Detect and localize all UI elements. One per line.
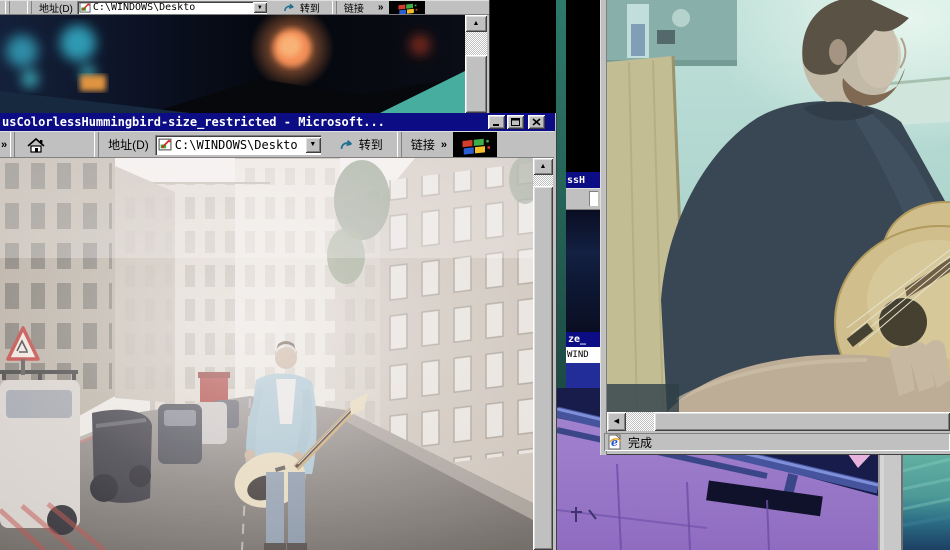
background-window-content [566,210,600,332]
toolbar-overflow-chevron[interactable]: » [1,139,7,151]
scroll-up-button[interactable]: ▲ [465,15,487,32]
background-video-sliver [556,0,566,390]
vertical-scrollbar[interactable]: ▲ [465,15,487,113]
toolbar-separator [397,132,402,157]
main-window-titlebar[interactable]: usColorlessHummingbird-size_restricted -… [0,113,555,131]
minimize-button[interactable] [488,115,505,129]
address-input[interactable]: C:\WINDOWS\Deskto [175,138,305,152]
top-browser-window: 地址(D) C:\WINDOWS\Deskto ▼ 转到 链接 » [0,0,490,113]
scroll-up-button[interactable]: ▲ [533,158,553,175]
go-button[interactable]: 转到 [277,0,326,15]
scrollbar-thumb[interactable] [654,412,950,431]
scrollbar-thumb[interactable] [533,186,553,550]
scrollbar-track[interactable] [626,412,654,431]
scroll-up-icon: ▲ [540,163,547,170]
media-browser-window: ◀ e 完成 [600,0,950,455]
go-label: 转到 [359,136,383,153]
toolbar-separator [5,1,10,14]
address-dropdown-button[interactable]: ▼ [253,2,267,13]
close-button[interactable] [528,115,545,129]
status-text: 完成 [628,434,652,451]
address-label: 地址(D) [108,136,149,153]
guitar-video-frame [607,0,950,412]
address-input[interactable]: C:\WINDOWS\Deskto [93,2,253,13]
background-window-titlebar[interactable]: ssH [566,172,601,188]
background-window2-title-text: ze_ [568,334,586,345]
main-browser-window: usColorlessHummingbird-size_restricted -… [0,113,557,550]
guitar-scene-art [607,0,950,412]
right-background-window-border [878,452,903,550]
links-overflow-chevron[interactable]: » [378,2,384,13]
go-arrow-icon [339,138,355,151]
links-label[interactable]: 链接 [344,0,364,15]
home-icon [26,137,46,153]
background-window2-titlebar[interactable]: ze_ [566,332,602,347]
windows-logo-throbber [453,132,497,157]
toolbar-separator [27,1,32,14]
main-address-toolbar: » 地址(D) C:\WINDOWS\Deskto ▼ 转到 [0,131,554,158]
address-page-icon [79,2,91,13]
address-fragment-text: WIND [567,350,589,360]
background-window-title-text: ssH [567,175,585,186]
dropdown-arrow-icon: ▼ [257,5,263,11]
background-browser-window[interactable]: ssH ze_ WIND [566,0,600,392]
street-scene-art [0,158,533,550]
windows-logo-throbber [389,1,425,14]
status-bar: e 完成 [604,433,950,451]
address-combobox[interactable]: C:\WINDOWS\Deskto ▼ [155,135,321,155]
go-arrow-icon [283,2,296,13]
address-page-icon [158,138,172,151]
scroll-left-icon: ◀ [614,418,619,425]
links-label[interactable]: 链接 [411,136,435,153]
go-label: 转到 [300,0,320,15]
toolbar-separator [332,1,337,14]
maximize-button[interactable] [507,115,524,129]
address-dropdown-button[interactable]: ▼ [305,137,321,153]
main-window-title: usColorlessHummingbird-size_restricted -… [2,115,486,129]
night-scene-image [0,15,465,113]
links-overflow-chevron[interactable]: » [441,139,447,151]
svg-text:e: e [611,436,618,449]
window-left-border [600,0,607,455]
toolbar-separator [94,132,99,157]
night-scene-art [0,15,465,113]
teal-video-sliver [903,452,950,550]
address-label: 地址(D) [39,0,73,15]
toolbar-separator [10,132,15,157]
address-combobox-fragment[interactable] [589,191,598,206]
top-address-toolbar: 地址(D) C:\WINDOWS\Deskto ▼ 转到 链接 » [0,0,489,15]
street-video-frame [0,158,533,550]
horizontal-scrollbar[interactable]: ◀ [607,412,950,431]
scroll-up-icon: ▲ [473,20,480,27]
ie-document-icon: e [607,434,623,450]
dropdown-arrow-icon: ▼ [309,141,316,148]
scroll-left-button[interactable]: ◀ [607,412,626,431]
go-button[interactable]: 转到 [333,136,389,153]
scrollbar-thumb[interactable] [465,55,487,113]
background-window2-address-fragment[interactable]: WIND [566,347,601,363]
teal-texture [903,452,950,550]
home-button[interactable] [26,137,46,153]
desktop-stage: ssH ze_ WIND [0,0,950,550]
address-combobox[interactable]: C:\WINDOWS\Deskto ▼ [77,1,267,14]
vertical-scrollbar[interactable]: ▲ [533,158,553,550]
background-window-toolbar [566,188,600,210]
